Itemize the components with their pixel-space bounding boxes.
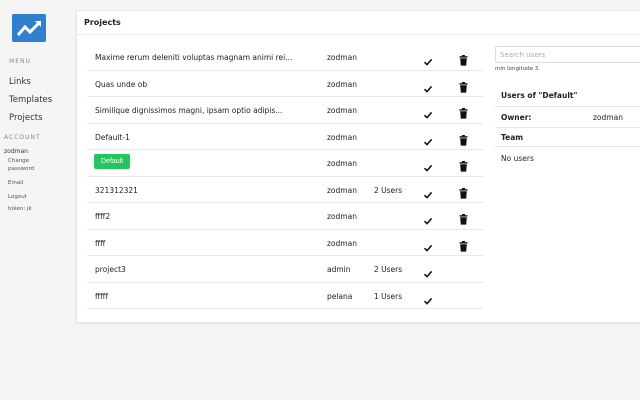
- team-label: Team: [501, 133, 524, 142]
- trash-icon[interactable]: [459, 78, 468, 93]
- change-password-link-line1[interactable]: Change: [8, 157, 29, 165]
- trash-icon[interactable]: [459, 104, 468, 119]
- owner-label: Owner:: [501, 113, 532, 122]
- token-text: token: jk: [8, 206, 32, 212]
- project-owner: zodman: [327, 212, 357, 221]
- project-owner: admin: [327, 265, 351, 274]
- account-heading: ACCOUNT: [4, 134, 41, 141]
- trending-up-icon: [16, 21, 41, 36]
- app-logo[interactable]: [12, 14, 46, 42]
- search-users-input[interactable]: [495, 46, 640, 63]
- check-icon[interactable]: [423, 52, 433, 66]
- project-name[interactable]: ffff: [95, 239, 315, 248]
- search-hint: min longitude 3.: [495, 66, 541, 72]
- change-password-link-line2[interactable]: password: [8, 165, 34, 173]
- account-username: zodman: [4, 148, 28, 155]
- project-owner: zodman: [327, 159, 357, 168]
- project-owner: zodman: [327, 106, 357, 115]
- project-owner: zodman: [327, 53, 357, 62]
- project-owner: zodman: [327, 238, 357, 248]
- project-name[interactable]: Quas unde ob: [95, 80, 315, 89]
- project-name[interactable]: Similique dignissimos magni, ipsam optio…: [95, 106, 315, 115]
- table-row: 321312321 zodman 2 Users: [87, 177, 483, 203]
- divider: [495, 127, 640, 128]
- table-row: Default-1 zodman: [87, 124, 483, 150]
- project-owner: zodman: [327, 79, 357, 89]
- trash-icon[interactable]: [459, 51, 468, 66]
- project-users-count: 1 Users: [374, 291, 403, 301]
- table-row: ffff zodman: [87, 230, 483, 256]
- project-owner: zodman: [327, 185, 357, 195]
- logout-link[interactable]: Logout: [8, 193, 27, 201]
- trash-icon[interactable]: [459, 131, 468, 146]
- sidebar-item-links[interactable]: Links: [9, 77, 31, 87]
- users-panel-title: Users of "Default": [501, 91, 578, 100]
- check-icon[interactable]: [423, 79, 433, 93]
- table-row: Quas unde ob zodman: [87, 71, 483, 97]
- project-name[interactable]: ffff2: [95, 212, 315, 221]
- project-name[interactable]: Default-1: [95, 133, 315, 142]
- email-link[interactable]: Email: [8, 179, 23, 187]
- table-row: ffff2 zodman: [87, 203, 483, 230]
- check-icon[interactable]: [423, 211, 433, 225]
- owner-value: zodman: [593, 113, 623, 122]
- table-row: Default zodman: [87, 150, 483, 177]
- table-row: Similique dignissimos magni, ipsam optio…: [87, 97, 483, 124]
- divider: [495, 146, 640, 147]
- trash-icon[interactable]: [459, 157, 468, 172]
- table-row: Maxime rerum deleniti voluptas magnam an…: [87, 44, 483, 71]
- menu-heading: MENU: [9, 58, 31, 65]
- project-users-count: 2 Users: [374, 265, 403, 274]
- no-users-text: No users: [501, 154, 534, 163]
- sidebar-item-templates[interactable]: Templates: [9, 95, 52, 105]
- check-icon[interactable]: [423, 158, 433, 172]
- project-name[interactable]: project3: [95, 265, 315, 274]
- project-users-count: 2 Users: [374, 185, 403, 195]
- project-name[interactable]: fffff: [95, 292, 315, 301]
- trash-icon[interactable]: [459, 184, 468, 199]
- trash-icon[interactable]: [459, 237, 468, 252]
- check-icon[interactable]: [423, 238, 433, 252]
- project-name[interactable]: 321312321: [95, 186, 315, 195]
- check-icon[interactable]: [423, 105, 433, 119]
- trash-icon[interactable]: [459, 210, 468, 225]
- sidebar-item-projects[interactable]: Projects: [9, 113, 43, 123]
- projects-table: Maxime rerum deleniti voluptas magnam an…: [87, 44, 483, 309]
- check-icon[interactable]: [423, 185, 433, 199]
- table-row: fffff pelana 1 Users: [87, 283, 483, 309]
- sidebar: MENU Links Templates Projects ACCOUNT zo…: [0, 0, 68, 400]
- divider: [495, 106, 640, 107]
- table-row: project3 admin 2 Users: [87, 256, 483, 283]
- page-title: Projects: [84, 18, 121, 27]
- project-owner: pelana: [327, 291, 353, 301]
- check-icon[interactable]: [423, 291, 433, 305]
- project-owner: zodman: [327, 132, 357, 142]
- projects-card: Projects Maxime rerum deleniti voluptas …: [76, 10, 640, 323]
- check-icon[interactable]: [423, 132, 433, 146]
- default-project-button[interactable]: Default: [94, 154, 131, 169]
- card-header: Projects: [77, 11, 640, 35]
- check-icon[interactable]: [423, 264, 433, 278]
- project-name[interactable]: Maxime rerum deleniti voluptas magnam an…: [95, 53, 315, 62]
